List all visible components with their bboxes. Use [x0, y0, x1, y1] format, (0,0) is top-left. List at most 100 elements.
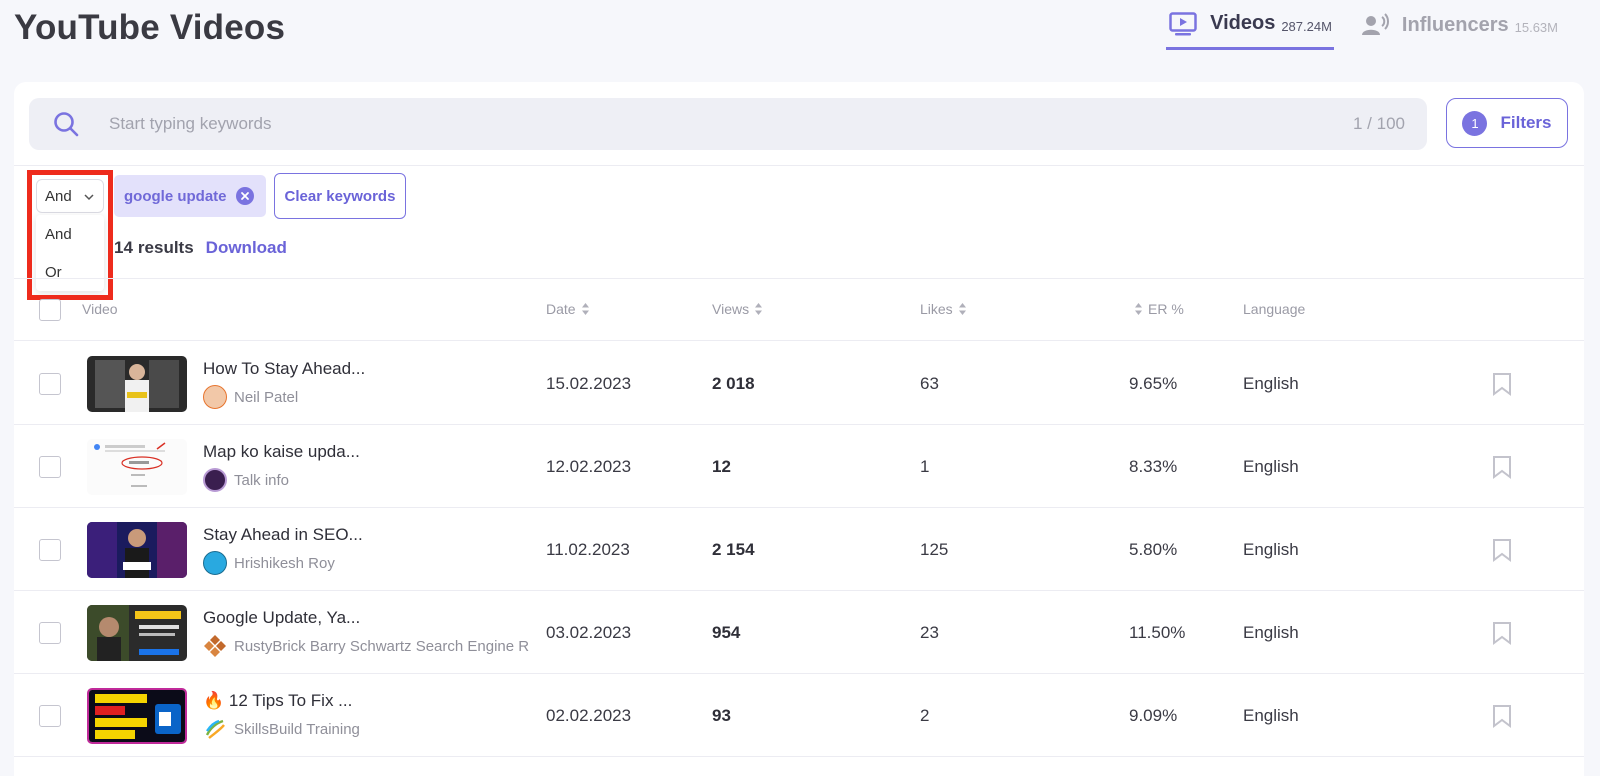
likes-cell: 63: [920, 374, 939, 393]
video-thumbnail[interactable]: [87, 439, 187, 495]
filters-label: Filters: [1500, 113, 1552, 132]
views-cell: 2 154: [712, 540, 755, 559]
column-header-er-label: ER %: [1148, 301, 1184, 317]
table-header: Video Date Views Likes ER % Language: [14, 279, 1584, 341]
clear-keywords-button[interactable]: Clear keywords: [274, 173, 406, 219]
table-row[interactable]: 🔥 12 Tips To Fix ... SkillsBuild Trainin…: [14, 674, 1584, 757]
influencer-icon: [1360, 12, 1390, 38]
bookmark-icon[interactable]: [1492, 372, 1512, 401]
likes-cell: 1: [920, 457, 930, 476]
channel-name[interactable]: RustyBrick Barry Schwartz Search Engine …: [234, 638, 529, 655]
avatar: [203, 385, 227, 409]
table-row[interactable]: How To Stay Ahead... Neil Patel 15.02.20…: [14, 342, 1584, 425]
operator-option-and[interactable]: And: [36, 215, 104, 253]
row-checkbox[interactable]: [39, 622, 61, 644]
channel-name[interactable]: SkillsBuild Training: [234, 721, 360, 738]
channel-info: Neil Patel: [203, 385, 535, 409]
keyword-counter: 1 / 100: [1353, 114, 1405, 133]
video-thumbnail[interactable]: [87, 522, 187, 578]
tab-influencers-count: 15.63M: [1514, 20, 1558, 35]
bookmark-icon[interactable]: [1492, 704, 1512, 733]
likes-cell: 23: [920, 623, 939, 642]
likes-cell: 2: [920, 706, 930, 725]
download-link[interactable]: Download: [206, 238, 287, 258]
skillsbuild-logo-icon: [203, 717, 227, 741]
row-checkbox[interactable]: [39, 705, 61, 727]
er-cell: 8.33%: [1129, 457, 1178, 476]
video-title[interactable]: Map ko kaise upda...: [203, 442, 360, 462]
results-label: results: [137, 238, 194, 257]
row-checkbox[interactable]: [39, 373, 61, 395]
select-all-checkbox[interactable]: [39, 299, 61, 321]
search-input[interactable]: [109, 114, 1353, 134]
views-cell: 93: [712, 706, 731, 725]
video-title[interactable]: Stay Ahead in SEO...: [203, 525, 363, 545]
close-icon[interactable]: [235, 187, 254, 205]
er-cell: 11.50%: [1129, 623, 1186, 642]
date-cell: 11.02.2023: [546, 540, 630, 559]
row-checkbox[interactable]: [39, 539, 61, 561]
column-header-language-label: Language: [1243, 301, 1306, 317]
language-cell: English: [1243, 374, 1299, 393]
sort-icon: [958, 302, 967, 316]
tab-videos[interactable]: Videos 287.24M: [1166, 0, 1334, 50]
language-cell: English: [1243, 457, 1299, 476]
bookmark-icon[interactable]: [1492, 538, 1512, 567]
table-row[interactable]: Stay Ahead in SEO... Hrishikesh Roy 11.0…: [14, 508, 1584, 591]
video-thumbnail[interactable]: [87, 605, 187, 661]
search-box: 1 / 100: [29, 98, 1427, 150]
bookmark-icon[interactable]: [1492, 621, 1512, 650]
operator-selected-value: And: [45, 187, 72, 205]
keyword-chip: google update: [114, 175, 266, 217]
bookmark-icon[interactable]: [1492, 455, 1512, 484]
channel-info: RustyBrick Barry Schwartz Search Engine …: [203, 634, 535, 658]
column-header-views-label: Views: [712, 301, 750, 317]
column-header-language: Language: [1243, 301, 1305, 317]
column-header-likes[interactable]: Likes: [920, 301, 967, 317]
channel-name[interactable]: Hrishikesh Roy: [234, 555, 335, 572]
chevron-down-icon: [83, 190, 95, 207]
avatar: [203, 468, 227, 492]
avatar: [203, 551, 227, 575]
table-row[interactable]: Map ko kaise upda... Talk info 12.02.202…: [14, 425, 1584, 508]
search-icon: [51, 109, 81, 139]
rustybrick-logo-icon: [203, 634, 227, 658]
row-checkbox[interactable]: [39, 456, 61, 478]
views-cell: 12: [712, 457, 731, 476]
video-title[interactable]: Google Update, Ya...: [203, 608, 360, 628]
results-summary: 14 results Download: [114, 238, 287, 258]
sort-icon: [581, 302, 590, 316]
language-cell: English: [1243, 623, 1299, 642]
filters-button[interactable]: 1 Filters: [1446, 98, 1568, 148]
table-row[interactable]: Google Update, Ya... RustyBrick Barry Sc…: [14, 591, 1584, 674]
tab-influencers-label: Influencers: [1401, 13, 1509, 36]
column-header-er[interactable]: ER %: [1134, 301, 1184, 317]
column-header-views[interactable]: Views: [712, 301, 763, 317]
tab-videos-label: Videos: [1210, 12, 1276, 34]
views-cell: 954: [712, 623, 741, 642]
date-cell: 15.02.2023: [546, 374, 632, 393]
er-cell: 9.65%: [1129, 374, 1178, 393]
channel-name[interactable]: Neil Patel: [234, 389, 298, 406]
tv-play-icon: [1168, 11, 1198, 37]
column-header-video-label: Video: [82, 301, 118, 317]
operator-select[interactable]: And: [36, 179, 104, 213]
video-title[interactable]: How To Stay Ahead...: [203, 359, 365, 379]
page-title: YouTube Videos: [14, 8, 286, 47]
channel-info: Hrishikesh Roy: [203, 551, 535, 575]
tab-influencers[interactable]: Influencers 15.63M: [1358, 0, 1560, 50]
video-thumbnail[interactable]: [87, 356, 187, 412]
channel-name[interactable]: Talk info: [234, 472, 289, 489]
results-count: 14: [114, 238, 133, 257]
video-title[interactable]: 🔥 12 Tips To Fix ...: [203, 691, 352, 711]
column-header-date[interactable]: Date: [546, 301, 590, 317]
date-cell: 12.02.2023: [546, 457, 632, 476]
views-cell: 2 018: [712, 374, 755, 393]
filters-count-badge: 1: [1462, 110, 1488, 136]
sort-icon: [1134, 302, 1143, 316]
date-cell: 02.02.2023: [546, 706, 632, 725]
er-cell: 9.09%: [1129, 706, 1178, 725]
language-cell: English: [1243, 540, 1299, 559]
divider: [14, 165, 1584, 166]
video-thumbnail[interactable]: [87, 688, 187, 744]
